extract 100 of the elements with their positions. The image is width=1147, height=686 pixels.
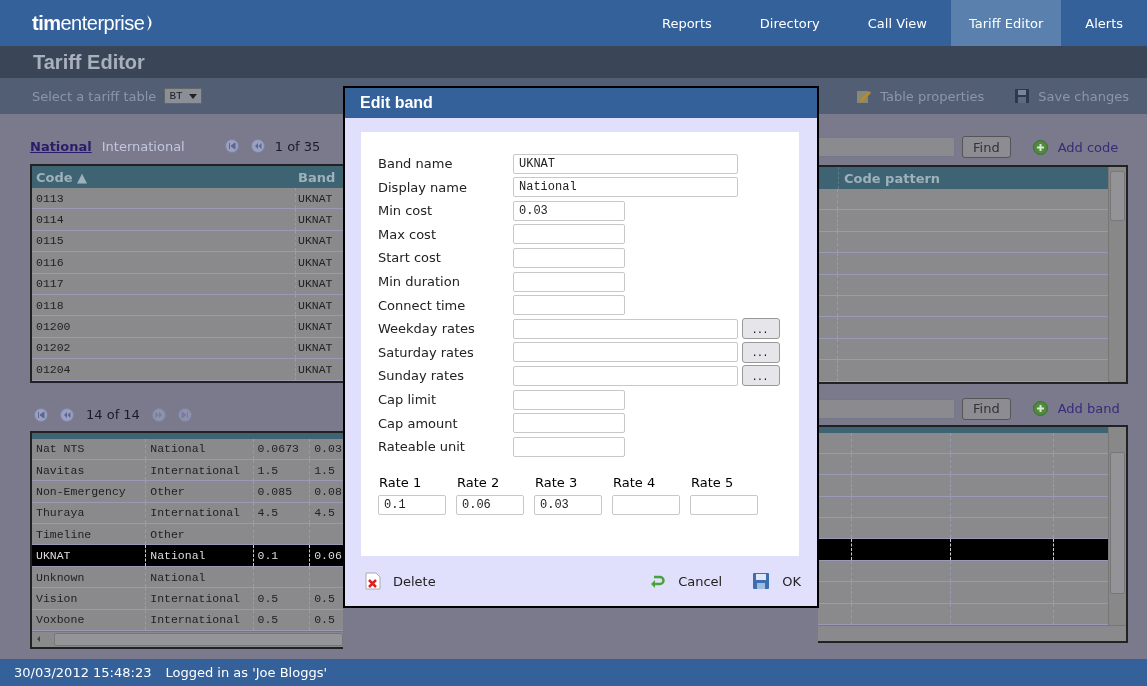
nav-tab[interactable]: Call View xyxy=(843,0,951,46)
vertical-scrollbar[interactable] xyxy=(1108,167,1126,382)
table-cell: Vision xyxy=(36,591,78,605)
logo: timenterprise xyxy=(32,11,145,35)
table-cell: 1.5 xyxy=(257,463,279,477)
table-cell: 0114 xyxy=(32,209,296,230)
first-page-icon[interactable] xyxy=(224,139,239,153)
field-label: Rateable unit xyxy=(378,439,466,455)
table-dropdown[interactable]: BT xyxy=(164,88,202,104)
delete-button[interactable]: Delete xyxy=(365,572,436,591)
table-cell-text: UKNAT xyxy=(297,233,334,250)
table-cell: National xyxy=(150,549,206,563)
table-cell: 0113 xyxy=(32,188,296,209)
table-cell: International xyxy=(150,506,240,520)
table-cell: 4.5 xyxy=(257,506,279,520)
field-label: Display name xyxy=(378,179,468,195)
field-label: Start cost xyxy=(378,250,442,266)
table-cell: 0.06 xyxy=(314,549,342,563)
table-row[interactable]: UKNAT National 0.1 0.06 xyxy=(32,545,343,567)
delete-icon xyxy=(365,572,381,591)
table-row[interactable]: Nat NTS National 0.0673 0.03 xyxy=(32,438,343,460)
table-cell: 0.5 xyxy=(257,613,279,627)
add-band-link[interactable]: Add band xyxy=(1057,401,1120,416)
rate-label: Rate 4 xyxy=(612,474,657,490)
field-label: Cap limit xyxy=(378,392,438,408)
table-cell: 1.5 xyxy=(314,463,335,477)
rate-label: Rate 2 xyxy=(456,474,501,490)
input-field[interactable] xyxy=(690,494,758,515)
table-cell: National xyxy=(150,442,206,456)
table-cell: Other xyxy=(150,527,185,541)
cancel-button[interactable]: Cancel xyxy=(649,573,723,589)
nav-tab[interactable]: Reports xyxy=(637,0,736,46)
column-header[interactable]: Code ▲ xyxy=(32,166,296,188)
input-field[interactable] xyxy=(513,436,625,457)
horizontal-scrollbar[interactable] xyxy=(32,631,343,648)
browse-button[interactable]: ... xyxy=(742,365,780,387)
login-status: Logged in as 'Joe Bloggs' xyxy=(165,665,327,680)
first-page-icon[interactable] xyxy=(34,407,48,422)
input-field[interactable] xyxy=(612,494,680,515)
next-page-icon[interactable] xyxy=(151,407,166,422)
input-field[interactable]: National xyxy=(513,177,738,198)
nav-tab[interactable]: Directory xyxy=(735,0,844,46)
input-field[interactable]: 0.06 xyxy=(456,494,524,515)
table-cell: Non-Emergency xyxy=(36,485,126,498)
table-cell: 0.5 xyxy=(257,591,279,605)
table-cell: Timeline xyxy=(36,527,92,541)
find-button[interactable]: Find xyxy=(962,397,1011,420)
table-row[interactable]: Thuraya International 4.5 4.5 xyxy=(32,502,343,525)
plus-icon xyxy=(1032,139,1048,155)
rate-label: Rate 5 xyxy=(690,474,735,490)
ok-button[interactable]: OK xyxy=(752,572,801,591)
input-field[interactable]: 0.1 xyxy=(378,494,446,515)
vertical-scrollbar[interactable] xyxy=(1108,426,1126,626)
input-field[interactable] xyxy=(513,365,738,386)
table-cell: Navitas xyxy=(36,463,85,477)
nav-tab[interactable]: Tariff Editor xyxy=(951,0,1062,46)
table-cell: International xyxy=(150,613,240,627)
caret-icon xyxy=(188,93,197,99)
find-button[interactable]: Find xyxy=(962,136,1011,158)
table-cell: 0.08 xyxy=(314,485,342,498)
input-field[interactable] xyxy=(513,271,625,292)
pencil-icon xyxy=(856,88,873,104)
table-cell: 0117 xyxy=(32,273,296,294)
table-tab[interactable]: National xyxy=(30,138,92,154)
input-field[interactable] xyxy=(513,295,625,316)
input-field[interactable] xyxy=(513,248,625,268)
input-field[interactable]: 0.03 xyxy=(513,200,625,221)
last-page-icon[interactable] xyxy=(177,407,192,422)
table-row[interactable]: Unknown National xyxy=(32,566,343,589)
table-cell-text: UKNAT xyxy=(297,319,334,336)
table-row[interactable] xyxy=(818,539,1108,561)
field-label: Max cost xyxy=(378,226,437,242)
column-header[interactable]: Band xyxy=(296,166,343,188)
search-field[interactable] xyxy=(818,398,955,419)
previous-page-icon[interactable] xyxy=(60,407,74,422)
table-tab[interactable]: International xyxy=(101,138,185,154)
add-code-link[interactable]: Add code xyxy=(1057,139,1119,155)
table-cell: National xyxy=(150,570,206,584)
search-field[interactable] xyxy=(818,137,955,157)
input-field[interactable] xyxy=(513,413,625,434)
browse-button[interactable]: ... xyxy=(742,341,780,363)
table-cell-text: UKNAT xyxy=(297,361,334,378)
table-cell: 0118 xyxy=(32,294,296,316)
timestamp: 30/03/2012 15:48:23 xyxy=(14,665,152,680)
input-field[interactable]: UKNAT xyxy=(513,153,738,174)
input-field[interactable] xyxy=(513,342,738,363)
input-field[interactable]: 0.03 xyxy=(534,494,602,515)
save-icon xyxy=(752,572,771,591)
input-field[interactable] xyxy=(513,224,625,245)
table-row[interactable]: Non-Emergency Other 0.085 0.08 xyxy=(32,481,343,503)
nav-tab[interactable]: Alerts xyxy=(1061,0,1147,46)
table-row[interactable]: Vision International 0.5 0.5 xyxy=(32,588,343,610)
browse-button[interactable]: ... xyxy=(742,318,780,340)
page-count: 1 of 35 xyxy=(274,138,321,154)
input-field[interactable] xyxy=(513,318,738,339)
table-row[interactable]: Navitas International 1.5 1.5 xyxy=(32,459,343,482)
input-field[interactable] xyxy=(513,389,625,410)
previous-page-icon[interactable] xyxy=(250,139,265,153)
table-cell: 0116 xyxy=(32,252,296,273)
table-cell: 01202 xyxy=(32,337,296,359)
